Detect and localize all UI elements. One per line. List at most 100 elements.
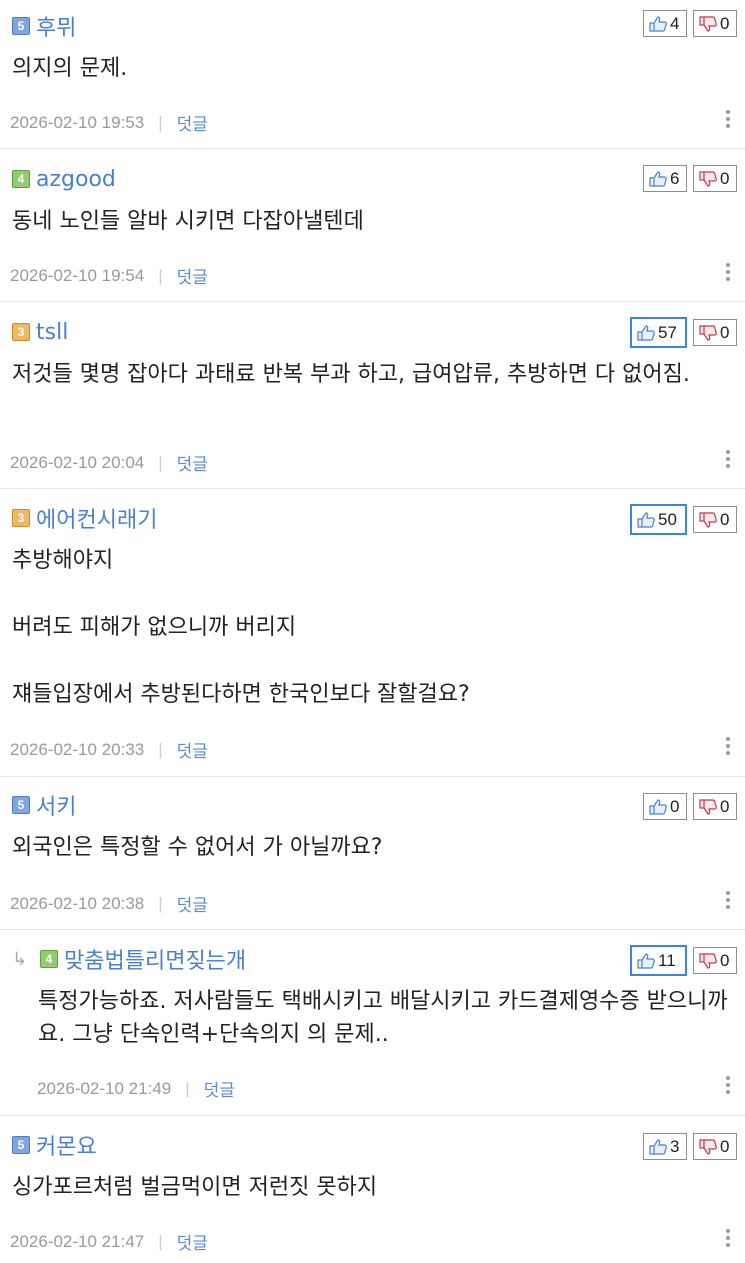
more-options-icon[interactable] — [726, 1076, 730, 1097]
comment-text: 동네 노인들 알바 시키면 다잡아낼텐데 — [12, 209, 364, 234]
upvote-count: 3 — [670, 1136, 680, 1156]
comment-date: 2026-02-10 20:04 — [10, 452, 145, 472]
downvote-count: 0 — [720, 950, 730, 970]
thumbs-down-icon — [699, 324, 717, 341]
comment-date: 2026-02-10 20:33 — [10, 739, 145, 759]
comment-header: 3 에어컨시래기 — [12, 506, 157, 533]
reply-link[interactable]: 덧글 — [177, 110, 208, 135]
thumbs-down-icon — [699, 15, 717, 32]
nickname-link[interactable]: 에어컨시래기 — [36, 502, 157, 534]
nickname-link[interactable]: 후뮈 — [36, 10, 76, 42]
divider: | — [158, 739, 163, 759]
comment-text: 추방해야지 버려도 피해가 없으니까 버리지 쟤들입장에서 추방된다하면 한국인… — [12, 544, 733, 711]
downvote-button[interactable]: 0 — [693, 1133, 737, 1160]
comment-header: 5 후뮈 — [12, 14, 76, 41]
downvote-count: 0 — [720, 322, 730, 342]
reply-link[interactable]: 덧글 — [204, 1076, 235, 1101]
thumbs-down-icon — [699, 1138, 717, 1155]
upvote-button[interactable]: 6 — [643, 165, 687, 192]
nickname-link[interactable]: azgood — [36, 167, 116, 192]
downvote-count: 0 — [720, 1136, 730, 1156]
nickname-link[interactable]: 커몬요 — [36, 1129, 97, 1161]
downvote-button[interactable]: 0 — [693, 947, 737, 974]
vote-group: 6 0 — [643, 165, 737, 192]
downvote-button[interactable]: 0 — [693, 506, 737, 533]
reply-link[interactable]: 덧글 — [177, 263, 208, 288]
comment-footer: 2026-02-10 20:04 | 덧글 — [10, 450, 208, 475]
comment-line: 버려도 피해가 없으니까 버리지 — [12, 615, 297, 640]
comment-footer: 2026-02-10 19:54 | 덧글 — [10, 263, 208, 288]
upvote-count: 57 — [658, 322, 677, 342]
upvote-count: 0 — [670, 796, 680, 816]
vote-group: 4 0 — [643, 10, 737, 37]
comment-date: 2026-02-10 19:53 — [10, 112, 145, 132]
divider: | — [158, 452, 163, 472]
upvote-count: 4 — [670, 13, 680, 33]
more-options-icon[interactable] — [726, 1229, 730, 1250]
upvote-button[interactable]: 3 — [643, 1133, 687, 1160]
upvote-button[interactable]: 57 — [630, 317, 687, 348]
comment-text: 외국인은 특정할 수 없어서 가 아닐까요? — [12, 835, 383, 860]
downvote-button[interactable]: 0 — [693, 165, 737, 192]
comment-text: 의지의 문제. — [12, 56, 128, 81]
thumbs-up-icon — [649, 1138, 667, 1155]
comment-date: 2026-02-10 21:47 — [10, 1231, 145, 1251]
comment-footer: 2026-02-10 19:53 | 덧글 — [10, 110, 208, 135]
thumbs-up-icon — [637, 952, 655, 969]
divider: | — [158, 112, 163, 132]
nickname-link[interactable]: tsll — [36, 320, 68, 345]
thumbs-up-icon — [649, 798, 667, 815]
nickname-link[interactable]: 서키 — [36, 789, 76, 821]
reply-link[interactable]: 덧글 — [177, 891, 208, 916]
divider: | — [158, 1231, 163, 1251]
upvote-button[interactable]: 50 — [630, 504, 687, 535]
comment-date: 2026-02-10 21:49 — [37, 1078, 172, 1098]
downvote-button[interactable]: 0 — [693, 793, 737, 820]
comment-item: 3 에어컨시래기 50 0 추방해야지 버려도 피해가 없으니까 버리지 쟤들입… — [0, 489, 745, 777]
comment-header: 3 tsll — [12, 320, 68, 345]
more-options-icon[interactable] — [726, 737, 730, 758]
reply-link[interactable]: 덧글 — [177, 450, 208, 475]
comment-item: 4 azgood 6 0 동네 노인들 알바 시키면 다잡아낼텐데 2026-0… — [0, 149, 745, 302]
thumbs-up-icon — [637, 324, 655, 341]
thumbs-down-icon — [699, 170, 717, 187]
downvote-count: 0 — [720, 13, 730, 33]
nickname-link[interactable]: 맞춤법틀리면짖는개 — [64, 943, 246, 975]
reply-link[interactable]: 덧글 — [177, 737, 208, 762]
upvote-count: 6 — [670, 168, 680, 188]
thumbs-up-icon — [637, 511, 655, 528]
upvote-button[interactable]: 4 — [643, 10, 687, 37]
more-options-icon[interactable] — [726, 110, 730, 131]
upvote-count: 11 — [658, 950, 676, 970]
level-badge: 4 — [40, 950, 58, 968]
comment-footer: 2026-02-10 21:47 | 덧글 — [10, 1229, 208, 1254]
thumbs-down-icon — [699, 952, 717, 969]
downvote-button[interactable]: 0 — [693, 10, 737, 37]
level-badge: 4 — [12, 170, 30, 188]
downvote-button[interactable]: 0 — [693, 319, 737, 346]
comment-item: 5 서키 0 0 외국인은 특정할 수 없어서 가 아닐까요? 2026-02-… — [0, 777, 745, 930]
reply-arrow-icon: ↳ — [12, 948, 28, 970]
vote-group: 57 0 — [630, 317, 737, 348]
upvote-button[interactable]: 11 — [630, 945, 687, 976]
comment-item: 5 커몬요 3 0 싱가포르처럼 벌금먹이면 저런짓 못하지 2026-02-1… — [0, 1116, 745, 1263]
thumbs-up-icon — [649, 15, 667, 32]
divider: | — [158, 265, 163, 285]
comment-text: 특정가능하죠. 저사람들도 택배시키고 배달시키고 카드결제영수증 받으니까요.… — [38, 989, 728, 1047]
comment-footer: 2026-02-10 20:38 | 덧글 — [10, 891, 208, 916]
comment-text: 싱가포르처럼 벌금먹이면 저런짓 못하지 — [12, 1175, 378, 1200]
reply-link[interactable]: 덧글 — [177, 1229, 208, 1254]
comment-header: 5 서키 — [12, 793, 76, 820]
level-badge: 3 — [12, 509, 30, 527]
more-options-icon[interactable] — [726, 450, 730, 471]
comment-footer: 2026-02-10 20:33 | 덧글 — [10, 737, 208, 762]
upvote-count: 50 — [658, 509, 677, 529]
vote-group: 50 0 — [630, 504, 737, 535]
divider: | — [158, 893, 163, 913]
more-options-icon[interactable] — [726, 263, 730, 284]
comment-item: 3 tsll 57 0 저것들 몇명 잡아다 과태료 반복 부과 하고, 급여압… — [0, 302, 745, 489]
upvote-button[interactable]: 0 — [643, 793, 687, 820]
comment-date: 2026-02-10 19:54 — [10, 265, 145, 285]
more-options-icon[interactable] — [726, 891, 730, 912]
comment-date: 2026-02-10 20:38 — [10, 893, 145, 913]
